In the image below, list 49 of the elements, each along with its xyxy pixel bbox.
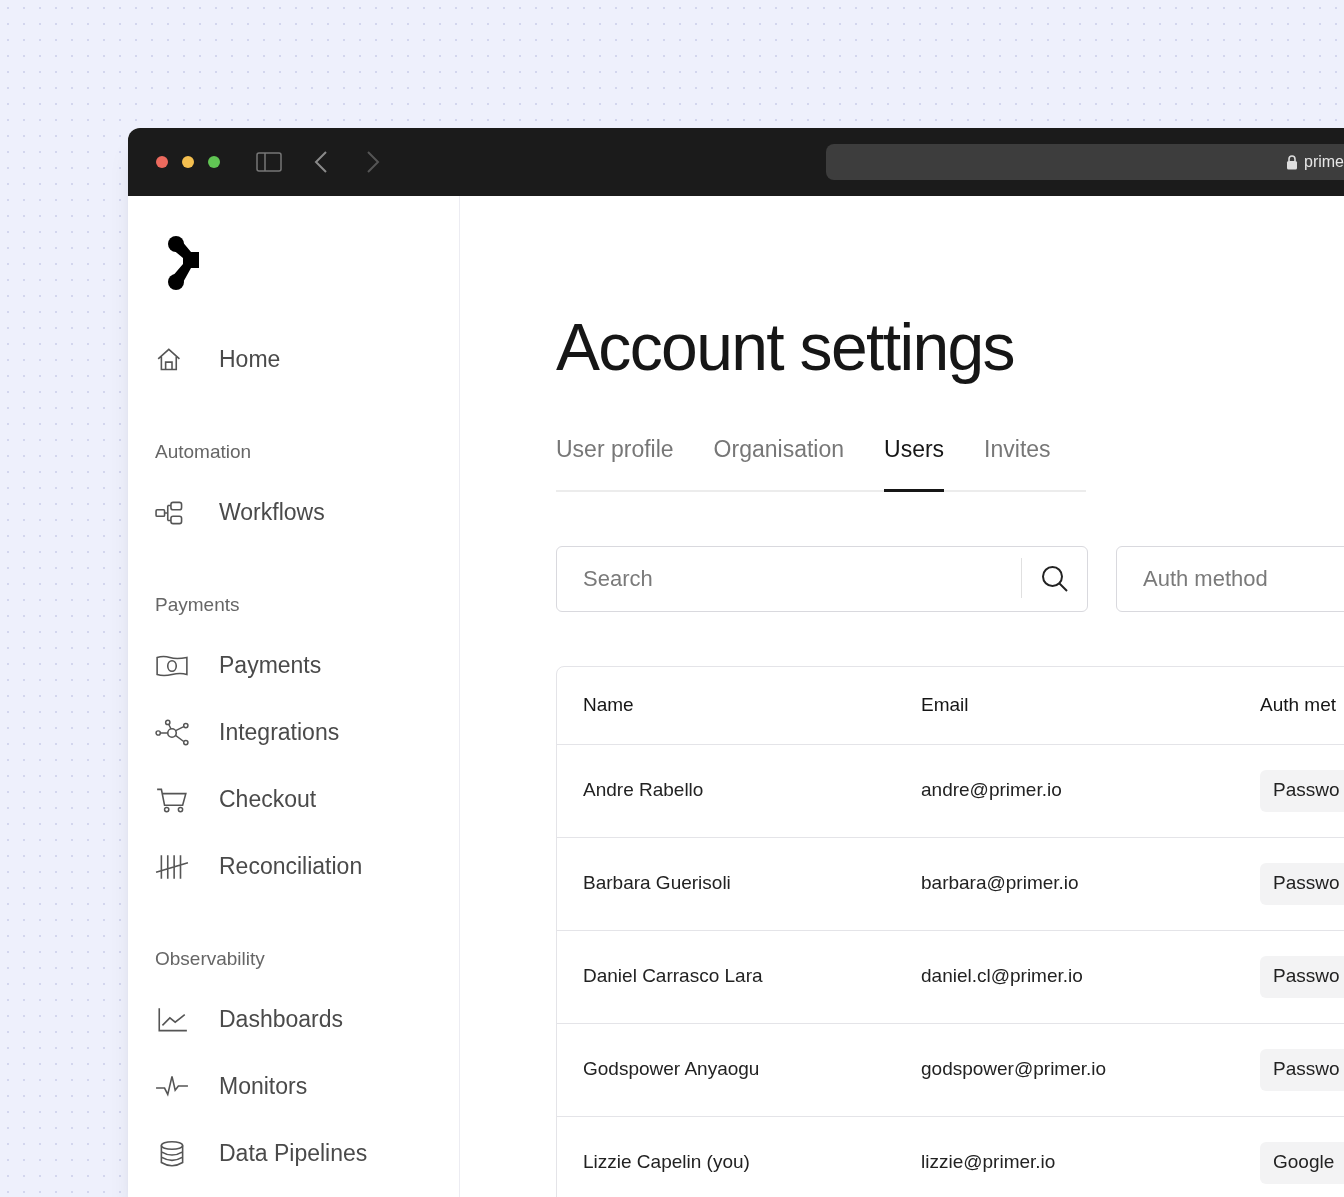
tally-icon (155, 852, 189, 881)
auth-method-tag: Passwo (1260, 862, 1344, 905)
nav-link[interactable]: Checkout (155, 766, 325, 833)
tab[interactable]: Organisation (713, 432, 845, 492)
section-label: Observability (155, 946, 266, 971)
lock-icon (1286, 154, 1298, 170)
back-icon[interactable] (314, 150, 328, 174)
search-icon[interactable] (1041, 564, 1069, 593)
network-icon (155, 718, 189, 747)
table-cell-text: Barbara Guerisoli (583, 871, 731, 896)
auth-method-tag: Passwo (1260, 769, 1344, 812)
table-cell-text: Andre Rabello (583, 778, 704, 803)
nav-link[interactable]: Monitors (155, 1053, 316, 1120)
minimize-button[interactable] (182, 156, 194, 168)
tab[interactable]: Users (884, 432, 945, 492)
table-cell-text: Daniel Carrasco Lara (583, 964, 763, 989)
table-cell-text: Godspower Anyaogu (583, 1057, 760, 1082)
maximize-button[interactable] (208, 156, 220, 168)
nav-link[interactable]: Payments (155, 632, 330, 699)
address-bar[interactable]: prime (826, 144, 1344, 180)
tab[interactable]: Invites (984, 432, 1051, 492)
sidebar-toggle-icon[interactable] (256, 152, 282, 172)
section-label: Payments (155, 592, 241, 617)
nav-link[interactable]: Data Pipelines (155, 1120, 376, 1187)
table-cell-text: Lizzie Capelin (you) (583, 1150, 750, 1175)
table-cell-text: andre@primer.io (921, 778, 1062, 803)
column-header[interactable]: Name (583, 690, 634, 720)
nav-link[interactable]: Home (155, 326, 289, 393)
column-header[interactable]: Email (921, 690, 969, 720)
auth-method-tag: Google (1260, 1141, 1344, 1184)
line-chart-icon (155, 1005, 189, 1034)
table-cell-text: godspower@primer.io (921, 1057, 1107, 1082)
tab[interactable]: User profile (556, 432, 674, 492)
nav-link[interactable]: Integrations (155, 699, 348, 766)
nav-link[interactable]: Dashboards (155, 986, 352, 1053)
close-button[interactable] (156, 156, 168, 168)
table-cell-text: lizzie@primer.io (921, 1150, 1056, 1175)
auth-method-tag: Passwo (1260, 955, 1344, 998)
column-header[interactable]: Auth met (1260, 690, 1337, 720)
search-field[interactable]: Search (556, 545, 1088, 612)
url-text: prime (1304, 152, 1344, 172)
nav-link[interactable]: Workflows (155, 479, 333, 546)
logo-icon (167, 236, 201, 290)
nav-link[interactable]: Reconciliation (155, 833, 371, 900)
auth-method-tag: Passwo (1260, 1048, 1344, 1091)
table-cell-text: daniel.cl@primer.io (921, 964, 1083, 989)
table-cell-text: barbara@primer.io (921, 871, 1079, 896)
section-label: Automation (155, 439, 253, 464)
auth-method-field[interactable]: Auth method (1116, 545, 1344, 612)
